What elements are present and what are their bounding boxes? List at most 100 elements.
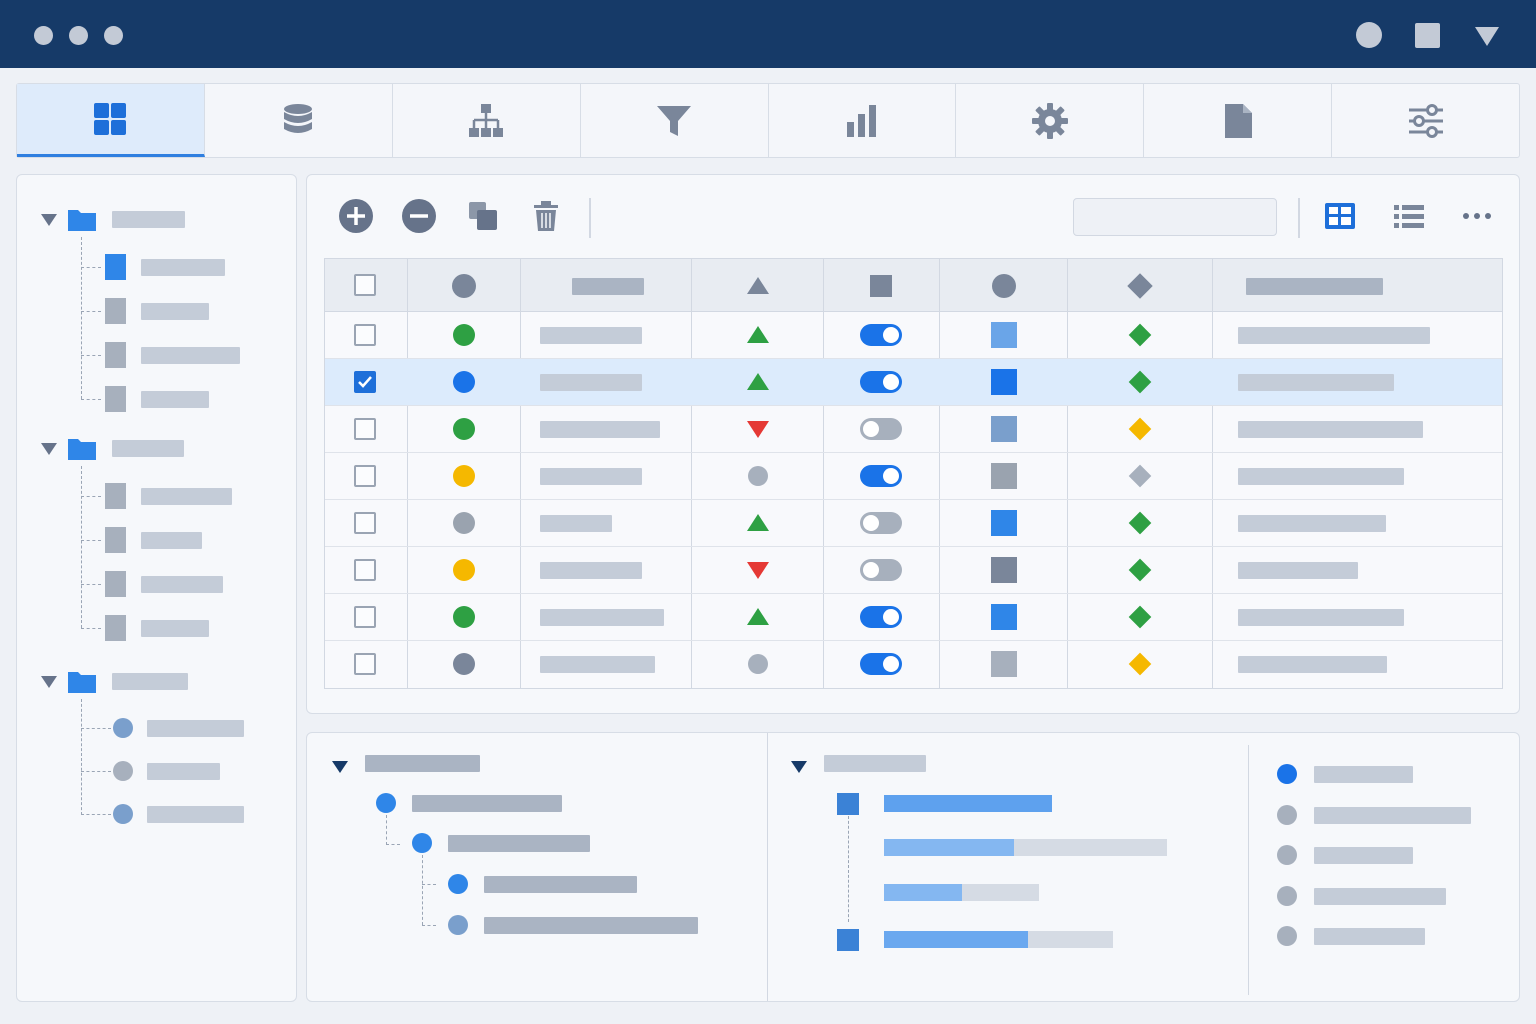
square-icon[interactable] [1415, 23, 1440, 48]
list-view-button[interactable] [1389, 196, 1429, 236]
legend-label[interactable] [1314, 887, 1446, 905]
grid-view-button[interactable] [1320, 196, 1360, 236]
square-header-icon[interactable] [870, 275, 892, 297]
more-button[interactable] [1457, 196, 1497, 236]
tree-node-dot[interactable] [412, 833, 432, 853]
circle-header-icon[interactable] [452, 274, 476, 298]
tree-item-label[interactable] [141, 259, 225, 276]
dropdown-triangle-icon[interactable] [1475, 27, 1499, 46]
tree-item-label[interactable] [141, 488, 232, 505]
tree-node-label[interactable] [412, 795, 562, 812]
expand-triangle-icon[interactable] [332, 761, 348, 773]
table-row[interactable] [325, 406, 1502, 453]
row-checkbox[interactable] [354, 653, 376, 675]
legend-dot[interactable] [1277, 764, 1297, 784]
delete-button[interactable] [526, 196, 566, 236]
diamond-header-icon[interactable] [1127, 273, 1153, 299]
row-checkbox[interactable] [354, 324, 376, 346]
folder-icon[interactable] [68, 207, 96, 231]
row-toggle[interactable] [860, 559, 902, 581]
tree-node-dot[interactable] [448, 915, 468, 935]
row-checkbox[interactable] [354, 418, 376, 440]
folder-label[interactable] [112, 440, 184, 457]
folder-label[interactable] [112, 673, 188, 690]
tree-item-label[interactable] [141, 391, 209, 408]
window-zoom-dot[interactable] [104, 26, 123, 45]
legend-label[interactable] [1314, 806, 1471, 824]
column-header-label[interactable] [1246, 278, 1383, 295]
tab-documents[interactable] [1144, 84, 1333, 157]
expand-triangle-icon[interactable] [41, 676, 57, 688]
tree-item-label[interactable] [141, 576, 223, 593]
tab-hierarchy[interactable] [393, 84, 581, 157]
circle-icon[interactable] [1356, 22, 1382, 48]
milestone-square[interactable] [837, 793, 859, 815]
row-toggle[interactable] [860, 653, 902, 675]
row-checkbox[interactable] [354, 606, 376, 628]
triangle-header-icon[interactable] [747, 277, 769, 294]
search-input[interactable] [1073, 198, 1277, 236]
cell-text [540, 421, 660, 438]
remove-button[interactable] [399, 196, 439, 236]
row-toggle[interactable] [860, 324, 902, 346]
table-row[interactable] [325, 594, 1502, 641]
select-all-checkbox[interactable] [354, 274, 376, 296]
folder-label[interactable] [112, 211, 185, 228]
window-close-dot[interactable] [34, 26, 53, 45]
table-row[interactable] [325, 359, 1502, 406]
table-row[interactable] [325, 500, 1502, 547]
timeline-heading[interactable] [824, 755, 926, 772]
table-row[interactable] [325, 453, 1502, 500]
tree-heading[interactable] [365, 755, 480, 772]
table-row[interactable] [325, 547, 1502, 594]
tree-item-label[interactable] [147, 806, 244, 823]
legend-label[interactable] [1314, 766, 1413, 783]
tree-item-label[interactable] [141, 620, 209, 637]
folder-icon[interactable] [68, 669, 96, 693]
window-minimize-dot[interactable] [69, 26, 88, 45]
legend-label[interactable] [1314, 928, 1425, 945]
expand-triangle-icon[interactable] [791, 761, 807, 773]
expand-triangle-icon[interactable] [41, 214, 57, 226]
row-checkbox[interactable] [354, 559, 376, 581]
tree-item-label[interactable] [147, 763, 220, 780]
add-button[interactable] [336, 196, 376, 236]
row-checkbox[interactable] [354, 465, 376, 487]
legend-dot[interactable] [1277, 804, 1297, 825]
expand-triangle-icon[interactable] [41, 443, 57, 455]
tree-node-dot[interactable] [448, 874, 468, 894]
row-toggle[interactable] [860, 512, 902, 534]
tab-database[interactable] [205, 84, 393, 157]
tree-item-label[interactable] [141, 347, 240, 364]
legend-dot[interactable] [1277, 926, 1297, 946]
legend-label[interactable] [1314, 847, 1413, 864]
copy-button[interactable] [463, 196, 503, 236]
table-row[interactable] [325, 641, 1502, 688]
tab-adjustments[interactable] [1332, 84, 1519, 157]
tree-node-label[interactable] [448, 835, 590, 852]
tree-node-label[interactable] [484, 917, 698, 934]
milestone-square[interactable] [837, 929, 859, 951]
tree-item-label[interactable] [147, 720, 244, 737]
row-checkbox[interactable] [354, 371, 376, 393]
tree-item-label[interactable] [141, 303, 209, 320]
legend-dot[interactable] [1277, 885, 1297, 906]
circle-header-icon[interactable] [992, 274, 1016, 298]
tree-item-label[interactable] [141, 532, 202, 549]
row-toggle[interactable] [860, 465, 902, 487]
row-toggle[interactable] [860, 418, 902, 440]
tree-node-label[interactable] [484, 876, 637, 893]
row-checkbox[interactable] [354, 512, 376, 534]
tab-settings[interactable] [956, 84, 1145, 157]
tab-charts[interactable] [769, 84, 957, 157]
row-toggle[interactable] [860, 371, 902, 393]
row-toggle[interactable] [860, 606, 902, 628]
column-header-label[interactable] [572, 278, 644, 295]
tab-dashboard[interactable] [17, 84, 205, 157]
tab-filter[interactable] [581, 84, 769, 157]
folder-icon[interactable] [68, 436, 96, 460]
tree-node-dot[interactable] [376, 793, 396, 813]
table-row[interactable] [325, 312, 1502, 359]
view-separator [1298, 198, 1300, 238]
legend-dot[interactable] [1277, 845, 1297, 865]
